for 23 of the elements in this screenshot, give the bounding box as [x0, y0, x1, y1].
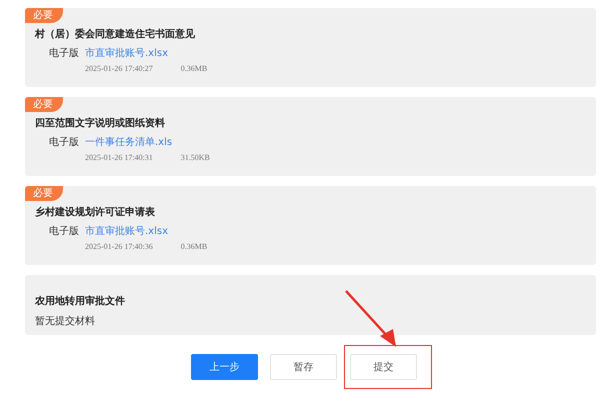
- file-link[interactable]: 市直审批账号.xlsx: [85, 47, 168, 61]
- material-title: 乡村建设规划许可证申请表: [35, 206, 156, 220]
- file-size: 0.36MB: [180, 64, 208, 73]
- file-type-label: 电子版: [49, 225, 80, 239]
- upload-time: 2025-01-26 17:40:27: [85, 64, 153, 73]
- save-draft-button[interactable]: 暂存: [270, 354, 337, 380]
- file-size: 0.36MB: [180, 242, 208, 251]
- empty-text: 暂无提交材料: [35, 314, 96, 328]
- upload-time: 2025-01-26 17:40:31: [85, 153, 153, 162]
- file-type-label: 电子版: [49, 47, 80, 61]
- required-badge: 必要: [25, 97, 63, 112]
- upload-time: 2025-01-26 17:40:36: [85, 242, 153, 251]
- material-title: 四至范围文字说明或图纸资料: [35, 116, 166, 131]
- file-size: 31.50KB: [180, 153, 210, 162]
- submit-button[interactable]: 提交: [350, 354, 417, 380]
- file-link[interactable]: 一件事任务清单.xls: [85, 136, 172, 150]
- required-badge: 必要: [25, 8, 63, 23]
- previous-step-button[interactable]: 上一步: [191, 354, 258, 380]
- file-link[interactable]: 市直审批账号.xlsx: [85, 225, 168, 239]
- file-type-label: 电子版: [49, 136, 80, 150]
- material-title: 农用地转用审批文件: [35, 294, 126, 309]
- required-badge: 必要: [25, 186, 63, 201]
- material-title: 村（居）委会同意建造住宅书面意见: [35, 27, 196, 42]
